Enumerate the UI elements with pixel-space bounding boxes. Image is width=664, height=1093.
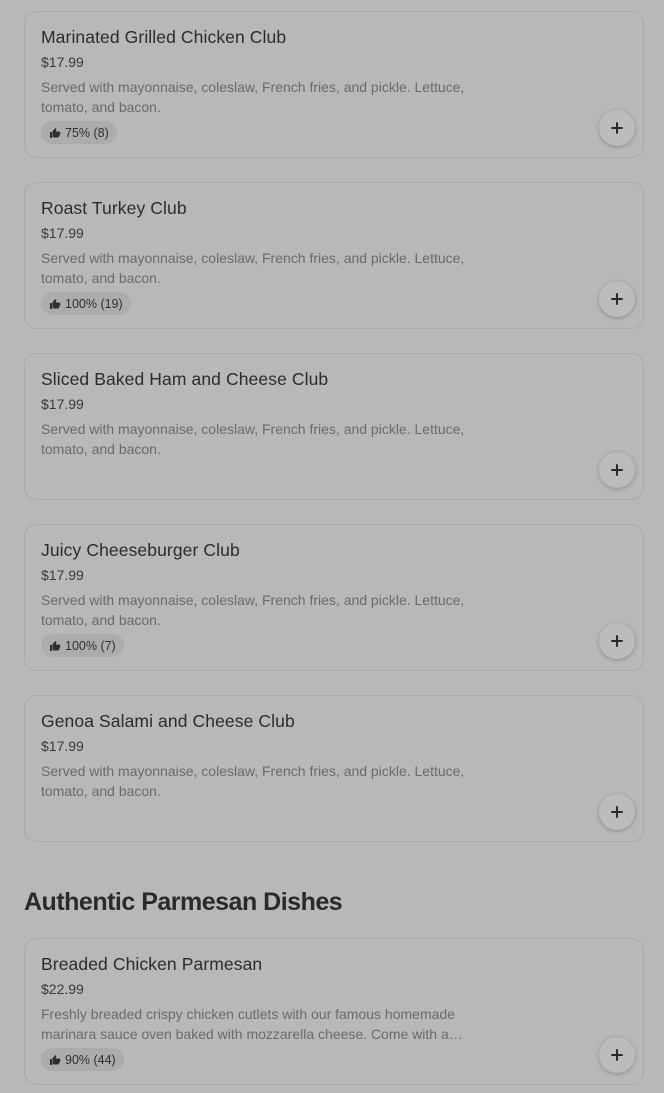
- item-description: Served with mayonnaise, coleslaw, French…: [41, 592, 465, 628]
- item-name: Breaded Chicken Parmesan: [41, 954, 263, 974]
- item-name: Sliced Baked Ham and Cheese Club: [41, 369, 329, 389]
- item-description: Served with mayonnaise, coleslaw, French…: [41, 250, 465, 286]
- menu-page: Marinated Grilled Chicken Club $17.99 Se…: [0, 0, 664, 1093]
- item-price: $22.99: [41, 981, 84, 997]
- rating-text: 90% (44): [65, 1052, 116, 1067]
- menu-item-card[interactable]: Sliced Baked Ham and Cheese Club $17.99 …: [24, 353, 644, 500]
- thumbs-up-icon: [50, 298, 61, 309]
- plus-icon: [611, 293, 623, 305]
- menu-item-card[interactable]: Genoa Salami and Cheese Club $17.99 Serv…: [24, 695, 644, 842]
- rating-badge: 75% (8): [41, 121, 117, 144]
- section-title: Authentic Parmesan Dishes: [24, 888, 343, 916]
- item-name: Marinated Grilled Chicken Club: [41, 27, 287, 47]
- add-item-button[interactable]: [599, 794, 635, 830]
- item-description: Served with mayonnaise, coleslaw, French…: [41, 79, 465, 115]
- rating-badge: 100% (7): [41, 634, 124, 657]
- thumbs-up-icon: [50, 640, 61, 651]
- item-name: Genoa Salami and Cheese Club: [41, 711, 295, 731]
- item-price: $17.99: [41, 567, 84, 583]
- item-price: $17.99: [41, 738, 84, 754]
- plus-icon: [611, 464, 623, 476]
- item-price: $17.99: [41, 54, 84, 70]
- rating-text: 100% (7): [65, 638, 116, 653]
- item-name: Roast Turkey Club: [41, 198, 187, 218]
- menu-item-card[interactable]: Roast Turkey Club $17.99 Served with may…: [24, 182, 644, 329]
- item-description: Freshly breaded crispy chicken cutlets w…: [41, 1006, 463, 1042]
- add-item-button[interactable]: [599, 110, 635, 146]
- rating-badge: 100% (19): [41, 292, 131, 315]
- thumbs-up-icon: [50, 127, 61, 138]
- menu-item-card[interactable]: Breaded Chicken Parmesan $22.99 Freshly …: [24, 938, 644, 1085]
- plus-icon: [611, 1049, 623, 1061]
- item-price: $17.99: [41, 225, 84, 241]
- rating-text: 100% (19): [65, 296, 123, 311]
- item-description: Served with mayonnaise, coleslaw, French…: [41, 763, 465, 799]
- add-item-button[interactable]: [599, 1037, 635, 1073]
- add-item-button[interactable]: [599, 452, 635, 488]
- menu-item-card[interactable]: Juicy Cheeseburger Club $17.99 Served wi…: [24, 524, 644, 671]
- menu-item-card[interactable]: Marinated Grilled Chicken Club $17.99 Se…: [24, 11, 644, 158]
- plus-icon: [611, 635, 623, 647]
- rating-text: 75% (8): [65, 125, 109, 140]
- add-item-button[interactable]: [599, 281, 635, 317]
- thumbs-up-icon: [50, 1054, 61, 1065]
- rating-badge: 90% (44): [41, 1048, 124, 1071]
- item-name: Juicy Cheeseburger Club: [41, 540, 240, 560]
- item-description: Served with mayonnaise, coleslaw, French…: [41, 421, 465, 457]
- plus-icon: [611, 806, 623, 818]
- item-price: $17.99: [41, 396, 84, 412]
- add-item-button[interactable]: [599, 623, 635, 659]
- plus-icon: [611, 122, 623, 134]
